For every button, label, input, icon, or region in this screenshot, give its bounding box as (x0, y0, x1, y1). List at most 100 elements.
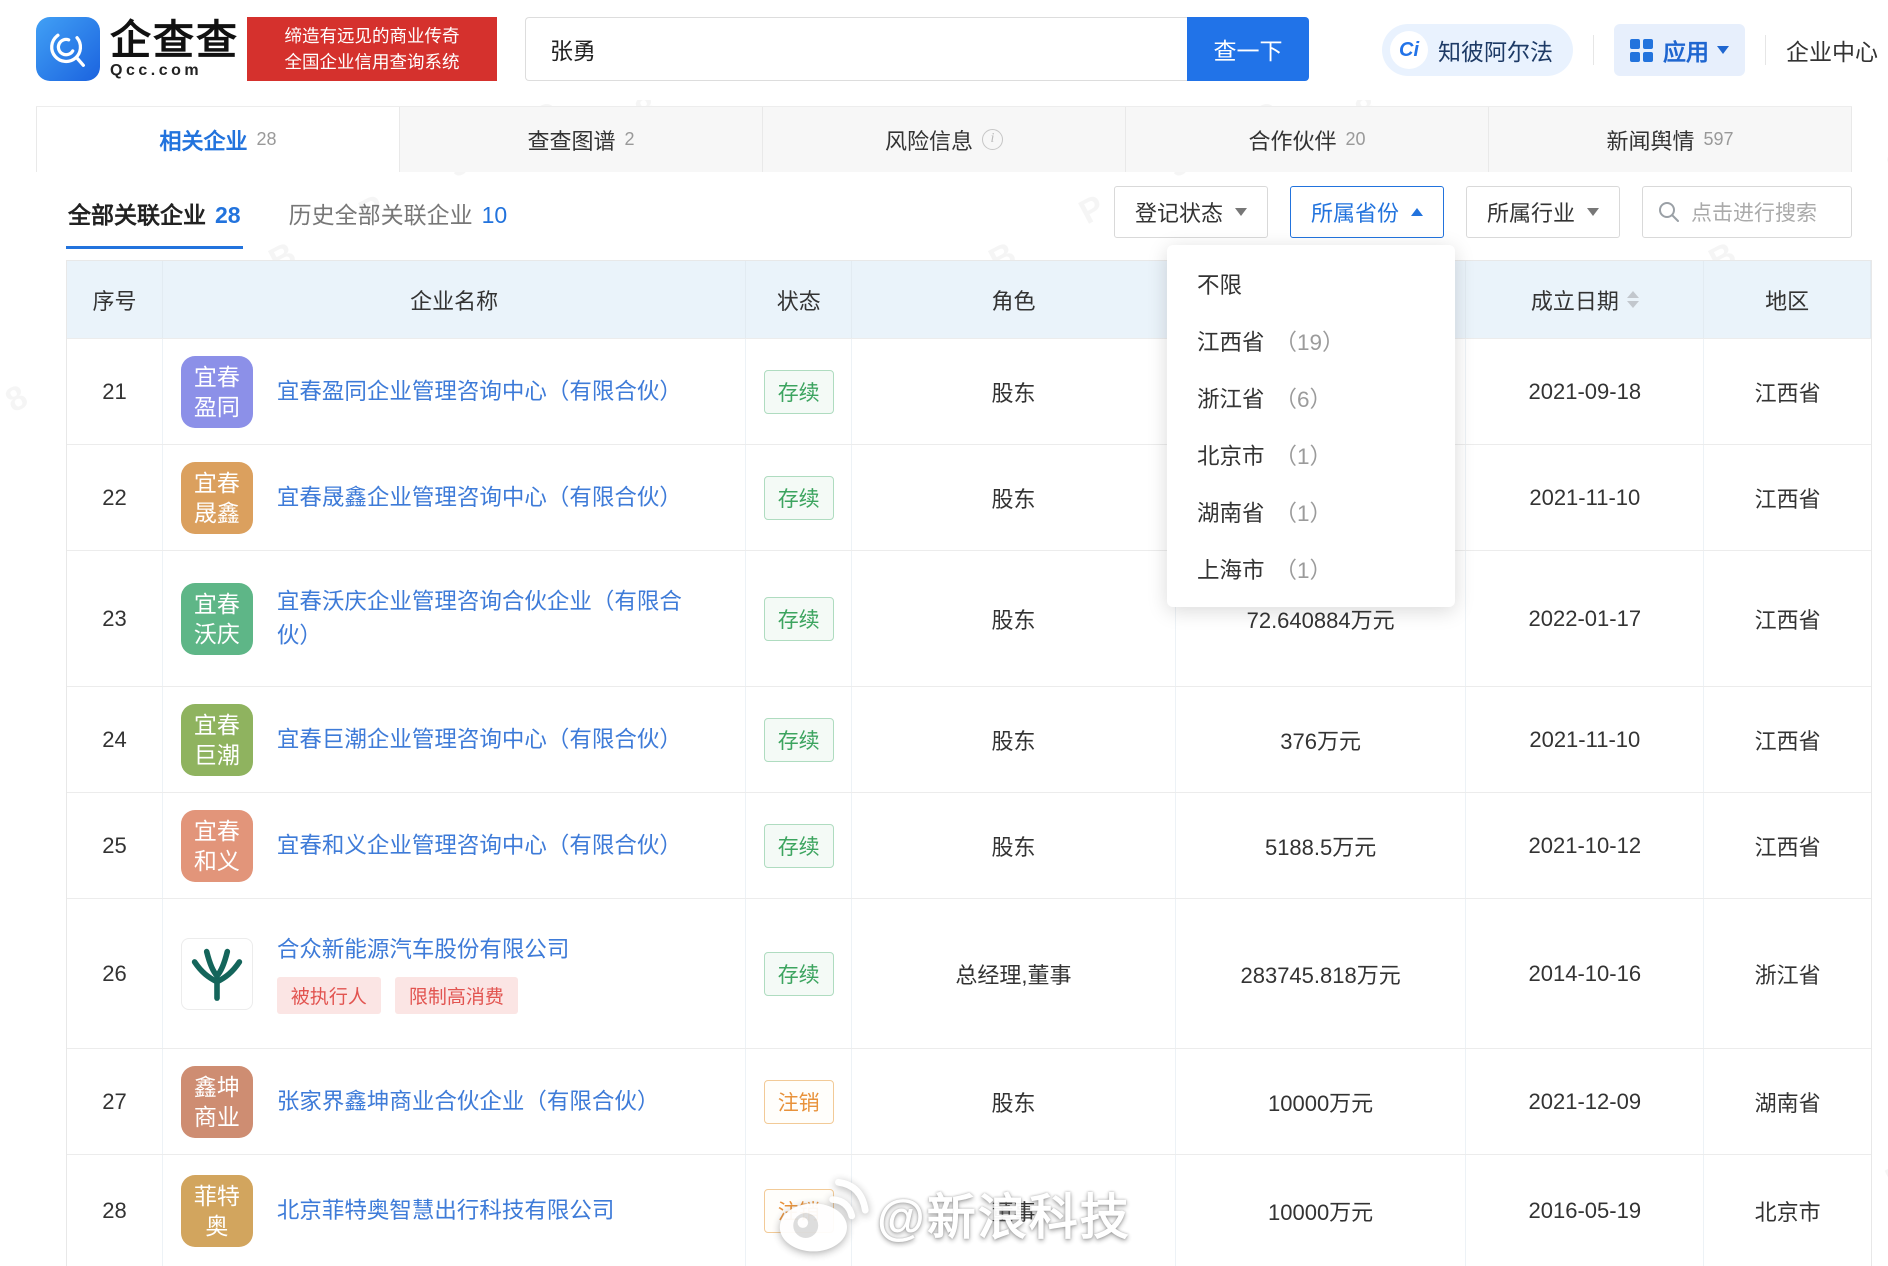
table-row: 22 宜春 晟鑫 宜春晟鑫企业管理咨询中心（有限合伙） 存续 股东 2021-1… (67, 444, 1871, 550)
company-badge: 宜春 沃庆 (180, 582, 253, 655)
search-button[interactable]: 查一下 (1187, 17, 1309, 81)
table-header-cell: 地区 (1704, 261, 1871, 338)
company-badge: 菲特奥 (180, 1174, 253, 1247)
role-value: 总经理,董事 (955, 962, 1072, 988)
tab-count: 20 (1345, 129, 1366, 149)
zhibi-alpha-label: 知彼阿尔法 (1438, 39, 1553, 65)
subtabs: 全部关联企业 28 历史全部关联企业 10 (66, 186, 509, 249)
company-name-link[interactable]: 宜春晟鑫企业管理咨询中心（有限合伙） (277, 481, 682, 515)
subtab-label: 全部关联企业 (68, 202, 206, 228)
filter-registration-status[interactable]: 登记状态 (1113, 186, 1268, 238)
table-header-cell: 角色 (852, 261, 1176, 338)
province-option[interactable]: 湖南省 （1） (1167, 483, 1455, 540)
table-row: 27 鑫坤 商业 张家界鑫坤商业合伙企业（有限合伙） 注销 股东 10000万元… (67, 1048, 1871, 1154)
company-name-link[interactable]: 宜春盈同企业管理咨询中心（有限合伙） (277, 375, 682, 409)
subtab-count: 28 (215, 202, 241, 228)
date-value: 2021-11-10 (1529, 726, 1641, 752)
search-placeholder: 点击进行搜索 (1691, 202, 1817, 225)
status-badge: 存续 (763, 369, 834, 414)
main-tab[interactable]: 合作伙伴 20 i (1126, 107, 1489, 172)
date-value: 2021-09-18 (1528, 378, 1642, 404)
filter-industry[interactable]: 所属行业 (1465, 186, 1620, 238)
filter-label: 所属省份 (1310, 201, 1399, 226)
date-value: 2021-11-10 (1529, 484, 1641, 510)
company-name-link[interactable]: 宜春和义企业管理咨询中心（有限合伙） (277, 829, 682, 863)
apps-button[interactable]: 应用 (1614, 24, 1745, 76)
capital-value: 376万元 (1280, 728, 1361, 754)
company-badge: 宜春 巨潮 (180, 703, 253, 776)
tab-label: 查查图谱 (527, 128, 616, 154)
role-value: 股东 (991, 486, 1036, 512)
province-name: 浙江省 (1197, 386, 1265, 412)
tab-count: 597 (1703, 129, 1734, 149)
capital-value: 10000万元 (1268, 1090, 1374, 1116)
tab-label: 新闻舆情 (1606, 128, 1695, 154)
role-value: 董事 (991, 1199, 1036, 1225)
zhibi-alpha-icon: Ci (1390, 31, 1428, 69)
table-row: 25 宜春 和义 宜春和义企业管理咨询中心（有限合伙） 存续 股东 5188.5… (67, 792, 1871, 898)
region-value: 江西省 (1754, 728, 1821, 754)
status-badge: 存续 (763, 596, 834, 641)
table-search-box[interactable]: 点击进行搜索 (1642, 186, 1852, 238)
divider (1593, 35, 1594, 65)
chevron-down-icon (1234, 208, 1247, 216)
region-value: 浙江省 (1754, 962, 1821, 988)
province-count: （1） (1274, 557, 1333, 583)
main-tab[interactable]: 相关企业 28 i (36, 107, 400, 172)
row-number: 28 (102, 1197, 127, 1223)
header-nav: Ci 知彼阿尔法 应用 企业中心 (1382, 0, 1878, 100)
toolbar: 全部关联企业 28 历史全部关联企业 10 登记状态 所属省份 所属行业 点击进… (36, 186, 1852, 249)
tab-label: 相关企业 (159, 128, 248, 154)
province-option[interactable]: 上海市 （1） (1167, 540, 1455, 597)
main-tab[interactable]: 风险信息 i (763, 107, 1126, 172)
brand-domain: Qcc.com (110, 61, 203, 79)
capital-value: 10000万元 (1268, 1199, 1374, 1225)
status-badge: 存续 (763, 823, 834, 868)
enterprise-center-link[interactable]: 企业中心 (1786, 33, 1878, 67)
province-count: （19） (1274, 329, 1345, 355)
company-badge: 宜春 盈同 (180, 355, 253, 428)
filter-province[interactable]: 所属省份 (1289, 186, 1444, 238)
province-option[interactable]: 不限 (1167, 255, 1455, 312)
tab-count: 2 (624, 129, 635, 149)
risk-tag[interactable]: 限制高消费 (394, 977, 518, 1014)
role-value: 股东 (991, 834, 1036, 860)
main-tab[interactable]: 查查图谱 2 i (400, 107, 763, 172)
zhibi-alpha-button[interactable]: Ci 知彼阿尔法 (1382, 24, 1573, 76)
header: 企查查 Qcc.com 缔造有远见的商业传奇 全国企业信用查询系统 ✕ 查一下 … (0, 0, 1888, 100)
province-count: （6） (1274, 386, 1333, 412)
province-name: 北京市 (1197, 443, 1265, 469)
province-option[interactable]: 浙江省 （6） (1167, 369, 1455, 426)
status-badge: 注销 (763, 1188, 834, 1233)
filterbar: 登记状态 所属省份 所属行业 点击进行搜索 (1113, 186, 1852, 238)
sort-icon[interactable] (1626, 291, 1639, 308)
company-name-link[interactable]: 北京菲特奥智慧出行科技有限公司 (277, 1194, 615, 1228)
status-badge: 注销 (763, 1079, 834, 1124)
slogan-line2: 全国企业信用查询系统 (284, 52, 460, 72)
table-row: 24 宜春 巨潮 宜春巨潮企业管理咨询中心（有限合伙） 存续 股东 376万元 … (67, 686, 1871, 792)
row-number: 27 (102, 1088, 127, 1114)
risk-tag[interactable]: 被执行人 (276, 977, 381, 1014)
subtab-count: 10 (481, 202, 508, 228)
province-option[interactable]: 北京市 （1） (1167, 426, 1455, 483)
main-tab[interactable]: 新闻舆情 597 i (1489, 107, 1852, 172)
main-tabbar: 相关企业 28 i 查查图谱 2 i 风险信息 i 合作伙伴 20 i 新闻舆情… (36, 106, 1852, 172)
subtab[interactable]: 历史全部关联企业 10 (287, 186, 510, 249)
qcc-related-companies-page: 8 8 M B P 9 G8 8 M B P 9 G8 8 M B P 9 G8… (0, 0, 1888, 1266)
date-value: 2021-10-12 (1528, 832, 1642, 858)
province-option[interactable]: 江西省 （19） (1167, 312, 1455, 369)
province-name: 湖南省 (1197, 500, 1265, 526)
province-dropdown: 不限 江西省 （19） 浙江省 （6） 北京市 （1） 湖南省 （1） 上海市 … (1167, 245, 1455, 607)
qcc-logo-icon (36, 17, 100, 81)
company-name-link[interactable]: 宜春巨潮企业管理咨询中心（有限合伙） (277, 723, 682, 757)
company-name-link[interactable]: 合众新能源汽车股份有限公司 (277, 933, 570, 967)
region-value: 江西省 (1754, 834, 1821, 860)
company-name-link[interactable]: 宜春沃庆企业管理咨询合伙企业（有限合伙） (277, 585, 707, 653)
role-value: 股东 (991, 1090, 1036, 1116)
search-icon (1659, 202, 1679, 222)
search-input[interactable] (525, 17, 1187, 81)
table-row: 26 合众新能源汽车股份有限公司 被执行人 限制高消费 存续 总经理,董事 28… (67, 898, 1871, 1048)
subtab[interactable]: 全部关联企业 28 (66, 186, 243, 249)
qcc-logo[interactable]: 企查查 Qcc.com (36, 17, 239, 81)
company-name-link[interactable]: 张家界鑫坤商业合伙企业（有限合伙） (277, 1085, 660, 1119)
